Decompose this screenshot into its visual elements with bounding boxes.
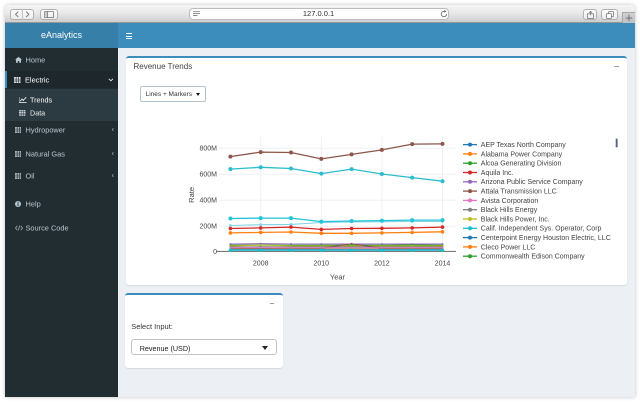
svg-text:Aquila Inc.: Aquila Inc.: [480, 169, 513, 176]
svg-text:Cleco Power LLC: Cleco Power LLC: [480, 244, 534, 251]
svg-text:Alcoa Generating Division: Alcoa Generating Division: [480, 160, 561, 167]
svg-text:Black Hills Energy: Black Hills Energy: [480, 207, 537, 214]
svg-text:Centerpoint Energy Houston Ele: Centerpoint Energy Houston Electric, LLC: [480, 235, 610, 242]
svg-text:Alabama Power Company: Alabama Power Company: [480, 151, 562, 158]
svg-text:AEP Texas North Company: AEP Texas North Company: [480, 142, 565, 149]
svg-text:800M: 800M: [199, 145, 217, 152]
svg-text:2014: 2014: [434, 260, 450, 267]
svg-text:Calif. Independent Sys. Operat: Calif. Independent Sys. Operator, Corp: [480, 225, 601, 232]
svg-text:Black Hills Power, Inc.: Black Hills Power, Inc.: [480, 216, 549, 223]
svg-text:600M: 600M: [199, 171, 217, 178]
svg-text:Arizona Public Service Company: Arizona Public Service Company: [480, 179, 582, 186]
svg-text:2012: 2012: [374, 260, 390, 267]
svg-text:Avista Corporation: Avista Corporation: [480, 197, 538, 204]
svg-text:Attala Transmission LLC: Attala Transmission LLC: [480, 188, 556, 195]
svg-text:200M: 200M: [199, 223, 217, 230]
svg-text:Rate: Rate: [186, 186, 195, 202]
svg-text:Year: Year: [329, 272, 345, 281]
svg-text:2008: 2008: [252, 260, 268, 267]
svg-text:0: 0: [213, 248, 217, 255]
svg-text:400M: 400M: [199, 197, 217, 204]
svg-text:Commonwealth Edison Company: Commonwealth Edison Company: [480, 253, 584, 260]
svg-text:2010: 2010: [313, 260, 329, 267]
